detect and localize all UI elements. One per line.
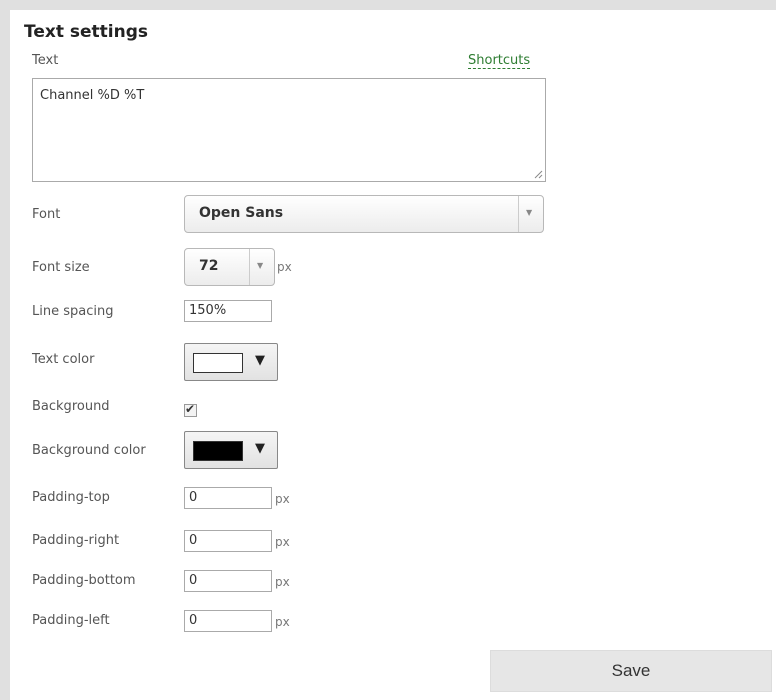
font-select-value: Open Sans [199, 205, 284, 221]
caret-down-icon: ▼ [255, 441, 265, 456]
padding-top-value: 0 [189, 490, 198, 505]
padding-left-unit: px [275, 615, 290, 629]
padding-top-input[interactable]: 0 [184, 487, 272, 509]
padding-right-label: Padding-right [32, 533, 120, 548]
padding-right-value: 0 [189, 533, 198, 548]
font-select-toggle[interactable]: ▼ [518, 196, 543, 232]
background-checkbox[interactable]: ✔ [184, 402, 197, 417]
padding-top-label: Padding-top [32, 490, 110, 505]
padding-top-unit: px [275, 492, 290, 506]
text-label: Text [32, 53, 59, 68]
shortcuts-link[interactable]: Shortcuts [468, 53, 531, 69]
line-spacing-input[interactable]: 150% [184, 300, 272, 322]
panel-title: Text settings [24, 22, 148, 42]
caret-down-icon: ▼ [255, 353, 265, 368]
overlay-text-input[interactable]: Channel %D %T [32, 78, 546, 182]
frame-border-top [0, 0, 776, 10]
text-color-swatch [193, 353, 243, 373]
background-color-swatch [193, 441, 243, 461]
text-color-label: Text color [32, 352, 95, 367]
padding-left-label: Padding-left [32, 613, 110, 628]
chevron-down-icon: ▼ [526, 208, 533, 217]
font-size-value: 72 [199, 258, 219, 274]
chevron-down-icon: ▼ [257, 261, 264, 270]
line-spacing-label: Line spacing [32, 304, 114, 319]
resize-grip-icon[interactable] [534, 170, 543, 179]
font-size-unit: px [277, 260, 292, 274]
background-color-label: Background color [32, 443, 146, 458]
background-label: Background [32, 399, 110, 414]
padding-bottom-label: Padding-bottom [32, 573, 136, 588]
frame-border-left [0, 0, 10, 700]
font-size-select[interactable]: 72 ▼ [184, 248, 275, 286]
line-spacing-value: 150% [189, 303, 227, 318]
text-color-picker[interactable]: ▼ [184, 343, 278, 381]
padding-left-input[interactable]: 0 [184, 610, 272, 632]
font-size-toggle[interactable]: ▼ [249, 249, 274, 285]
padding-right-input[interactable]: 0 [184, 530, 272, 552]
padding-bottom-input[interactable]: 0 [184, 570, 272, 592]
padding-bottom-value: 0 [189, 573, 198, 588]
padding-bottom-unit: px [275, 575, 290, 589]
background-color-picker[interactable]: ▼ [184, 431, 278, 469]
padding-right-unit: px [275, 535, 290, 549]
text-settings-panel: Text settings Text Shortcuts Channel %D … [10, 10, 776, 700]
overlay-text-value: Channel %D %T [40, 88, 145, 103]
font-label: Font [32, 207, 61, 222]
save-button[interactable]: Save [490, 650, 772, 692]
padding-left-value: 0 [189, 613, 198, 628]
font-size-label: Font size [32, 260, 90, 275]
check-icon: ✔ [185, 402, 196, 416]
font-select[interactable]: Open Sans ▼ [184, 195, 544, 233]
